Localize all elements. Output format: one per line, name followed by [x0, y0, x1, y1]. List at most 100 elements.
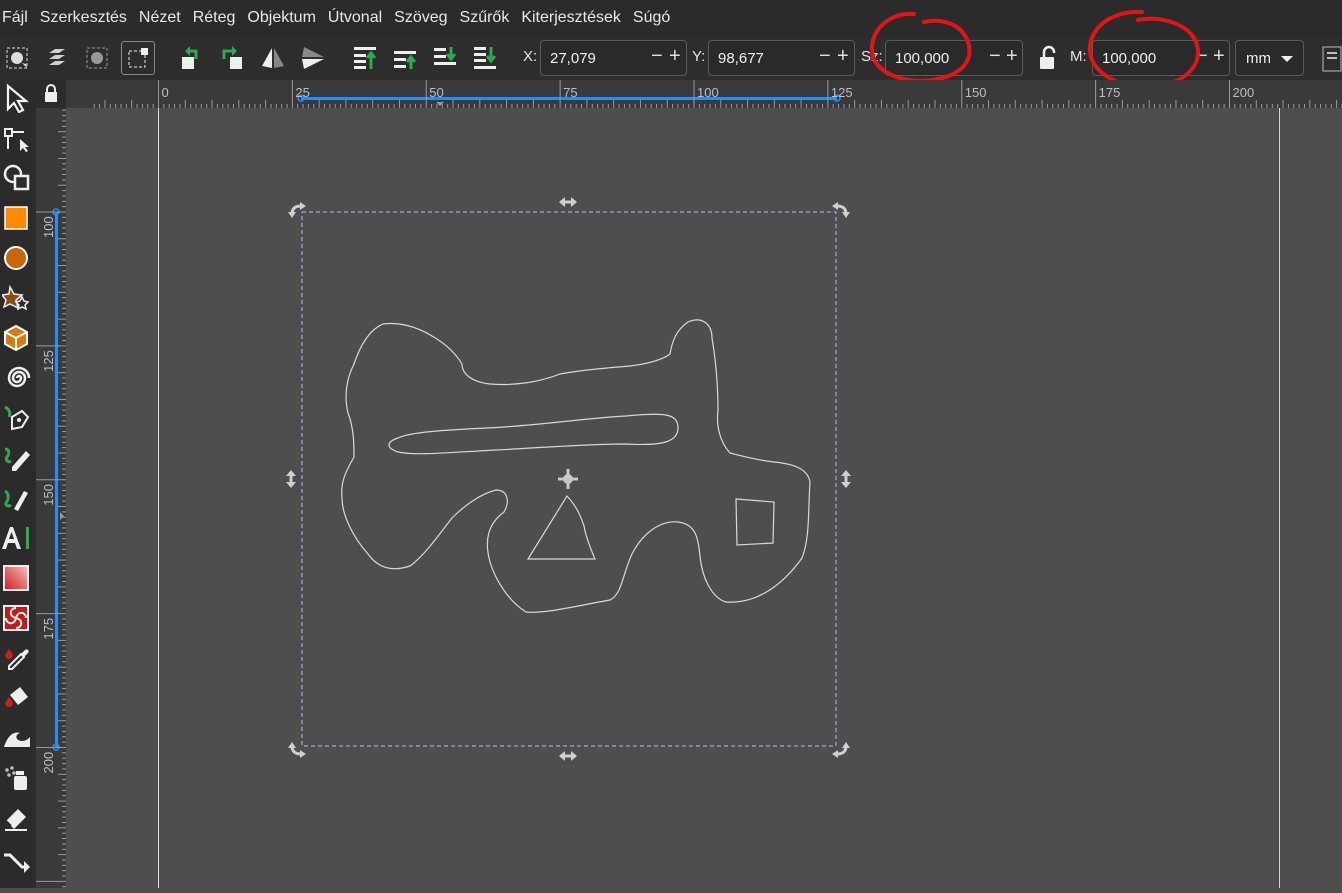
rotate-handle-tl[interactable] [288, 202, 306, 218]
y-value[interactable]: 98,677 [718, 50, 764, 67]
x-spinbox[interactable]: 27,079 − + [540, 40, 687, 76]
select-all-icon [6, 47, 28, 69]
x-increment-button[interactable]: + [669, 45, 681, 68]
dropper-tool[interactable] [0, 640, 34, 676]
rectangle-tool[interactable] [0, 200, 34, 236]
width-decrement-button[interactable]: − [989, 45, 1001, 68]
overflow-menu-button[interactable] [1318, 41, 1342, 75]
pen-tool[interactable] [0, 400, 34, 436]
ruler-label: 150 [965, 85, 987, 100]
selected-path-shape[interactable] [341, 319, 811, 613]
star-tool[interactable] [0, 280, 34, 316]
raise-to-top-button[interactable] [348, 41, 382, 75]
menu-filters[interactable]: Szűrők [454, 9, 516, 27]
unit-dropdown[interactable]: mm [1235, 40, 1304, 76]
rotate-handle-br[interactable] [832, 742, 850, 758]
horizontal-ruler-scale: 0 25 50 75 100 125 150 175 200 [93, 80, 1342, 108]
x-decrement-button[interactable]: − [651, 45, 663, 68]
width-increment-button[interactable]: + [1006, 45, 1018, 68]
spray-icon [5, 766, 27, 790]
raise-button[interactable] [388, 41, 422, 75]
width-value[interactable]: 100,000 [895, 50, 949, 67]
menu-view[interactable]: Nézet [133, 9, 187, 27]
menu-extensions[interactable]: Kiterjesztések [515, 9, 627, 27]
toolbox [0, 80, 36, 888]
select-all-layers-button[interactable] [40, 41, 74, 75]
rectangle-icon [4, 206, 28, 230]
skew-handle-bottom[interactable] [559, 751, 577, 761]
lower-icon [434, 47, 457, 65]
height-increment-button[interactable]: + [1213, 45, 1225, 68]
cube-icon [4, 324, 28, 352]
menu-edit[interactable]: Szerkesztés [34, 9, 133, 27]
height-spinbox[interactable]: 100,000 − + [1092, 40, 1230, 76]
height-decrement-button[interactable]: − [1196, 45, 1208, 68]
node-tool[interactable] [0, 120, 34, 156]
unit-value: mm [1246, 50, 1271, 67]
drawing-canvas[interactable] [66, 108, 1342, 888]
square-path[interactable] [735, 498, 775, 546]
vertical-ruler[interactable]: 100 125 150 175 200 [36, 108, 66, 888]
mesh-tool[interactable] [0, 600, 34, 636]
select-same-button[interactable] [80, 41, 114, 75]
rotate-handle-tr[interactable] [832, 202, 850, 218]
rotate-cw-button[interactable] [214, 41, 248, 75]
selector-tool[interactable] [0, 80, 34, 116]
x-value[interactable]: 27,079 [550, 50, 596, 67]
flip-vertical-button[interactable] [296, 41, 330, 75]
skew-handle-left[interactable] [286, 470, 296, 488]
3d-box-tool[interactable] [0, 320, 34, 356]
rotate-ccw-icon [182, 46, 198, 69]
ruler-label: 125 [41, 350, 56, 372]
eraser-tool[interactable] [0, 800, 34, 836]
menu-file[interactable]: Fájl [0, 9, 34, 27]
height-value[interactable]: 100,000 [1102, 50, 1156, 67]
paint-bucket-tool[interactable] [0, 680, 34, 716]
skew-handle-right[interactable] [841, 470, 851, 488]
ruler-label: 125 [831, 85, 853, 100]
y-increment-button[interactable]: + [837, 45, 849, 68]
inner-slot-path[interactable] [388, 413, 679, 455]
deselect-button[interactable] [121, 41, 155, 75]
spiral-tool[interactable] [0, 360, 34, 396]
y-spinbox[interactable]: 98,677 − + [708, 40, 855, 76]
y-decrement-button[interactable]: − [819, 45, 831, 68]
menu-layer[interactable]: Réteg [187, 9, 242, 27]
calligraphy-icon [4, 489, 28, 511]
text-icon [2, 527, 29, 549]
ellipse-tool[interactable] [0, 240, 34, 276]
ruler-corner[interactable] [36, 80, 66, 108]
tweak-tool[interactable] [0, 720, 34, 756]
triangle-path[interactable] [526, 495, 596, 560]
gradient-tool[interactable] [0, 560, 34, 596]
menu-text[interactable]: Szöveg [388, 9, 453, 27]
star-icon [2, 284, 30, 311]
horizontal-ruler[interactable]: 0 25 50 75 100 125 150 175 200 [66, 80, 1342, 108]
pencil-tool[interactable] [0, 440, 34, 476]
ruler-label: 0 [162, 85, 169, 100]
arrow-pointer-icon [6, 83, 30, 113]
width-spinbox[interactable]: 100,000 − + [885, 40, 1023, 76]
select-all-button[interactable] [0, 41, 34, 75]
flip-horizontal-button[interactable] [256, 41, 290, 75]
menu-path[interactable]: Útvonal [322, 9, 388, 27]
text-tool[interactable] [0, 520, 34, 556]
flip-vertical-icon [302, 47, 324, 69]
menu-object[interactable]: Objektum [241, 9, 321, 27]
lock-ratio-button[interactable] [1031, 41, 1065, 75]
rotate-handle-bl[interactable] [288, 742, 306, 758]
calligraphy-tool[interactable] [0, 480, 34, 516]
lower-to-bottom-icon [474, 47, 497, 69]
lower-to-bottom-button[interactable] [468, 41, 502, 75]
lower-button[interactable] [428, 41, 462, 75]
rotate-ccw-button[interactable] [176, 41, 210, 75]
shape-builder-tool[interactable] [0, 160, 34, 196]
height-label: M: [1070, 48, 1087, 65]
deselect-icon [128, 48, 148, 68]
skew-handle-top[interactable] [559, 197, 577, 207]
ruler-label: 50 [429, 85, 443, 100]
spray-tool[interactable] [0, 760, 34, 796]
menu-help[interactable]: Súgó [627, 9, 676, 27]
connector-tool[interactable] [0, 840, 34, 876]
rotation-center-icon[interactable] [558, 469, 578, 489]
